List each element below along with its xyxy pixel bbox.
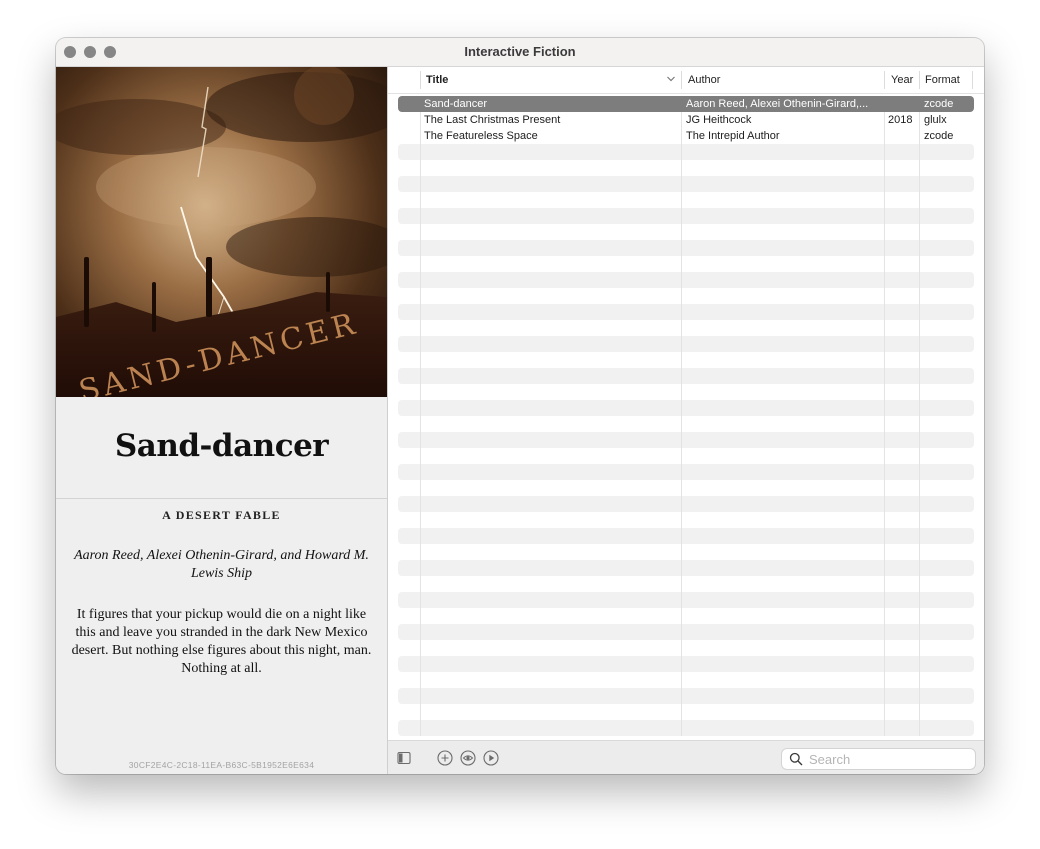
cell-year bbox=[888, 128, 918, 144]
empty-row bbox=[398, 464, 974, 480]
column-divider bbox=[884, 96, 885, 736]
empty-row bbox=[398, 272, 974, 288]
cell-title: The Last Christmas Present bbox=[424, 114, 561, 126]
column-header-year[interactable]: Year bbox=[891, 67, 913, 93]
cell-format: glulx bbox=[924, 114, 947, 126]
library-pane: Title Author Year Format Sand-dancer Aar… bbox=[388, 67, 984, 774]
column-separator bbox=[681, 71, 682, 89]
column-header-author[interactable]: Author bbox=[688, 67, 720, 93]
empty-row bbox=[398, 496, 974, 512]
sidebar-toggle-icon[interactable] bbox=[396, 750, 412, 766]
column-divider bbox=[420, 96, 421, 736]
cell-year bbox=[888, 96, 918, 112]
empty-row bbox=[398, 304, 974, 320]
search-icon bbox=[789, 752, 803, 766]
empty-row bbox=[398, 176, 974, 192]
column-divider bbox=[681, 96, 682, 736]
add-icon[interactable] bbox=[437, 750, 453, 766]
column-header-title[interactable]: Title bbox=[426, 67, 448, 93]
search-input[interactable] bbox=[809, 750, 969, 768]
table-row[interactable]: The Last Christmas Present JG Heithcock … bbox=[398, 112, 974, 128]
empty-row bbox=[398, 144, 974, 160]
empty-row bbox=[398, 688, 974, 704]
cell-year: 2018 bbox=[888, 114, 913, 126]
app-window: Interactive Fiction SAND-DANCER Sand-dan… bbox=[56, 38, 984, 774]
empty-row bbox=[398, 528, 974, 544]
table-body: Sand-dancer Aaron Reed, Alexei Othenin-G… bbox=[388, 96, 984, 736]
cell-author: The Intrepid Author bbox=[686, 130, 780, 142]
cover-image: SAND-DANCER bbox=[56, 67, 387, 397]
column-separator bbox=[420, 71, 421, 89]
empty-row bbox=[398, 368, 974, 384]
empty-row bbox=[398, 592, 974, 608]
empty-row bbox=[398, 208, 974, 224]
divider bbox=[56, 498, 387, 499]
column-separator bbox=[884, 71, 885, 89]
empty-row bbox=[398, 560, 974, 576]
sort-chevron-down-icon[interactable] bbox=[666, 74, 676, 84]
column-header-format[interactable]: Format bbox=[925, 67, 960, 93]
eye-icon[interactable] bbox=[460, 750, 476, 766]
column-separator bbox=[919, 71, 920, 89]
column-separator bbox=[972, 71, 973, 89]
table-row[interactable]: The Featureless Space The Intrepid Autho… bbox=[398, 128, 974, 144]
table-row[interactable]: Sand-dancer Aaron Reed, Alexei Othenin-G… bbox=[398, 96, 974, 112]
game-title: Sand-dancer bbox=[114, 428, 329, 464]
detail-pane: SAND-DANCER Sand-dancer A DESERT FABLE A… bbox=[56, 67, 388, 774]
cell-author: Aaron Reed, Alexei Othenin-Girard,... bbox=[686, 98, 869, 110]
cell-format: zcode bbox=[924, 130, 954, 142]
play-icon[interactable] bbox=[483, 750, 499, 766]
empty-row bbox=[398, 336, 974, 352]
bottom-toolbar bbox=[388, 740, 984, 774]
game-authors: Aaron Reed, Alexei Othenin-Girard, and H… bbox=[74, 548, 369, 581]
cell-title: Sand-dancer bbox=[424, 98, 487, 110]
column-divider bbox=[919, 96, 920, 736]
empty-row bbox=[398, 400, 974, 416]
cell-author: JG Heithcock bbox=[686, 114, 752, 126]
ifid-label: 30CF2E4C-2C18-11EA-B63C-5B1952E6E634 bbox=[128, 760, 315, 770]
game-headline: A DESERT FABLE bbox=[162, 508, 281, 522]
empty-row bbox=[398, 656, 974, 672]
window-title: Interactive Fiction bbox=[464, 44, 576, 59]
empty-row bbox=[398, 720, 974, 736]
empty-row bbox=[398, 624, 974, 640]
table-header: Title Author Year Format bbox=[388, 67, 984, 94]
empty-row bbox=[398, 432, 974, 448]
game-blurb: It figures that your pickup would die on… bbox=[71, 607, 372, 676]
cell-format: zcode bbox=[924, 98, 954, 110]
cell-title: The Featureless Space bbox=[424, 130, 538, 142]
cover-art: SAND-DANCER bbox=[56, 67, 387, 397]
search-field[interactable] bbox=[782, 749, 975, 769]
title-bar: Interactive Fiction bbox=[56, 38, 984, 67]
empty-row bbox=[398, 240, 974, 256]
